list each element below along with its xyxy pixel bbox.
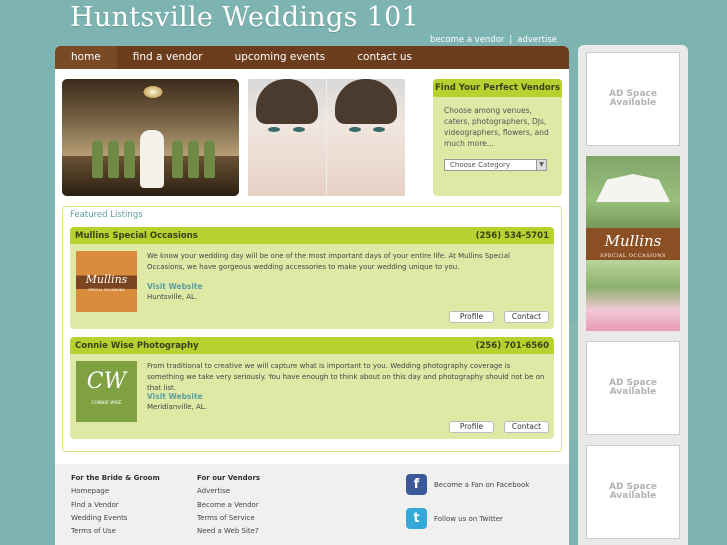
ad-space-2[interactable]: AD Space Available <box>586 341 680 435</box>
ad-label: Available <box>609 387 657 397</box>
find-vendors-box: Find Your Perfect Vendors Choose among v… <box>433 79 562 196</box>
footer-link-need-web-site[interactable]: Need a Web Site? <box>197 525 260 538</box>
nav-contact-us[interactable]: contact us <box>341 46 428 69</box>
portrait-eye <box>349 127 361 132</box>
ad-label: Available <box>609 491 657 501</box>
visit-website-link[interactable]: Visit Website <box>147 392 203 401</box>
profile-button[interactable]: Profile <box>449 311 494 323</box>
bridesmaid-figure <box>124 140 135 178</box>
footer-bride-heading: For the Bride & Groom <box>71 474 160 482</box>
listing-card: Mullins Special Occasions (256) 534-5701… <box>70 227 554 329</box>
featured-listings: Featured Listings Mullins Special Occasi… <box>62 206 562 452</box>
twitter-link[interactable]: t Follow us on Twitter <box>406 508 503 529</box>
facebook-link[interactable]: f Become a Fan on Facebook <box>406 474 529 495</box>
connie-wise-logo-text: CW <box>86 369 127 394</box>
mullins-ad-text: Mullins <box>604 232 662 250</box>
become-vendor-link[interactable]: become a vendor <box>430 35 504 45</box>
listing-name[interactable]: Connie Wise Photography <box>75 341 199 351</box>
mullins-ad-banner[interactable]: Mullins SPECIAL OCCASIONS <box>586 156 680 331</box>
portrait-right <box>327 79 405 196</box>
nav-find-vendor[interactable]: find a vendor <box>117 46 219 69</box>
ad-label: Available <box>609 98 657 108</box>
category-select-value: Choose Category <box>450 161 511 169</box>
footer-link-become-vendor[interactable]: Become a Vendor <box>197 499 260 512</box>
connie-wise-logo[interactable]: CW CONNIE WISE <box>76 361 137 422</box>
footer-link-advertise[interactable]: Advertise <box>197 485 260 498</box>
listing-city: Meridianville, AL. <box>147 403 207 411</box>
hero-bridal-party-photo <box>62 79 239 196</box>
contact-button[interactable]: Contact <box>504 311 549 323</box>
find-vendors-text: Choose among venues, caters, photographe… <box>444 106 549 148</box>
listing-header: Connie Wise Photography (256) 701-6560 <box>70 337 554 354</box>
bride-portrait-photo <box>248 79 405 196</box>
bridesmaid-figure <box>92 140 103 178</box>
portrait-eye <box>293 127 305 132</box>
listing-name[interactable]: Mullins Special Occasions <box>75 231 198 241</box>
connie-wise-logo-sub: CONNIE WISE <box>91 401 122 406</box>
main-content: home find a vendor upcoming events conta… <box>55 46 569 545</box>
top-links: become a vendor | advertise <box>430 35 557 45</box>
footer-link-wedding-events[interactable]: Wedding Events <box>71 512 160 525</box>
ad-space-3[interactable]: AD Space Available <box>586 445 680 539</box>
nav-upcoming-events[interactable]: upcoming events <box>219 46 342 69</box>
mullins-ad-band: Mullins SPECIAL OCCASIONS <box>586 228 680 260</box>
footer-link-terms-of-service[interactable]: Terms of Service <box>197 512 260 525</box>
profile-button[interactable]: Profile <box>449 421 494 433</box>
featured-listings-title: Featured Listings <box>70 210 143 220</box>
listing-description: From traditional to creative we will cap… <box>147 362 545 392</box>
listing-city: Huntsville, AL. <box>147 293 198 301</box>
portrait-eye <box>373 127 385 132</box>
listing-description: We know your wedding day will be one of … <box>147 252 510 271</box>
bridesmaid-figure <box>172 140 183 178</box>
site-logo-title[interactable]: Huntsville Weddings 101 <box>70 2 419 33</box>
mullins-logo-text: Mullins <box>85 273 128 286</box>
twitter-icon[interactable]: t <box>406 508 427 529</box>
listing-header: Mullins Special Occasions (256) 534-5701 <box>70 227 554 244</box>
nav-home[interactable]: home <box>55 46 117 69</box>
category-select[interactable]: Choose Category ▼ <box>444 159 547 171</box>
mullins-logo[interactable]: Mullins SPECIAL OCCASIONS <box>76 251 137 312</box>
ad-space-1[interactable]: AD Space Available <box>586 52 680 146</box>
bridesmaid-figure <box>108 140 119 178</box>
ad-sidebar: AD Space Available Mullins SPECIAL OCCASI… <box>578 45 688 545</box>
listing-card: Connie Wise Photography (256) 701-6560 C… <box>70 337 554 439</box>
mullins-ad-sub: SPECIAL OCCASIONS <box>600 253 666 259</box>
footer-link-homepage[interactable]: Homepage <box>71 485 160 498</box>
twitter-link-label[interactable]: Follow us on Twitter <box>434 515 503 523</box>
facebook-link-label[interactable]: Become a Fan on Facebook <box>434 481 529 489</box>
portrait-left <box>248 79 326 196</box>
listing-phone: (256) 534-5701 <box>475 230 549 241</box>
portrait-hair <box>256 79 318 124</box>
footer-bride-column: For the Bride & Groom Homepage Find a Ve… <box>71 472 160 538</box>
footer-vendors-column: For our Vendors Advertise Become a Vendo… <box>197 472 260 538</box>
top-links-separator: | <box>509 35 513 45</box>
find-vendors-heading: Find Your Perfect Vendors <box>433 79 562 97</box>
chevron-down-icon[interactable]: ▼ <box>536 160 546 170</box>
mullins-logo-sub: SPECIAL OCCASIONS <box>88 288 125 292</box>
facebook-icon[interactable]: f <box>406 474 427 495</box>
bridesmaid-figure <box>204 140 215 178</box>
advertise-link[interactable]: advertise <box>517 35 557 45</box>
footer-vendors-heading: For our Vendors <box>197 474 261 482</box>
bridesmaid-figure <box>188 140 199 178</box>
listing-phone: (256) 701-6560 <box>475 340 549 351</box>
visit-website-link[interactable]: Visit Website <box>147 282 203 291</box>
portrait-hair <box>335 79 397 124</box>
bride-figure <box>140 130 164 188</box>
main-nav: home find a vendor upcoming events conta… <box>55 46 569 69</box>
portrait-eye <box>268 127 280 132</box>
footer-link-terms-of-use[interactable]: Terms of Use <box>71 525 160 538</box>
chandelier-shape <box>142 85 164 99</box>
footer-link-find-vendor[interactable]: Find a Vendor <box>71 499 160 512</box>
tent-shape <box>596 174 670 202</box>
contact-button[interactable]: Contact <box>504 421 549 433</box>
footer: For the Bride & Groom Homepage Find a Ve… <box>55 464 569 545</box>
